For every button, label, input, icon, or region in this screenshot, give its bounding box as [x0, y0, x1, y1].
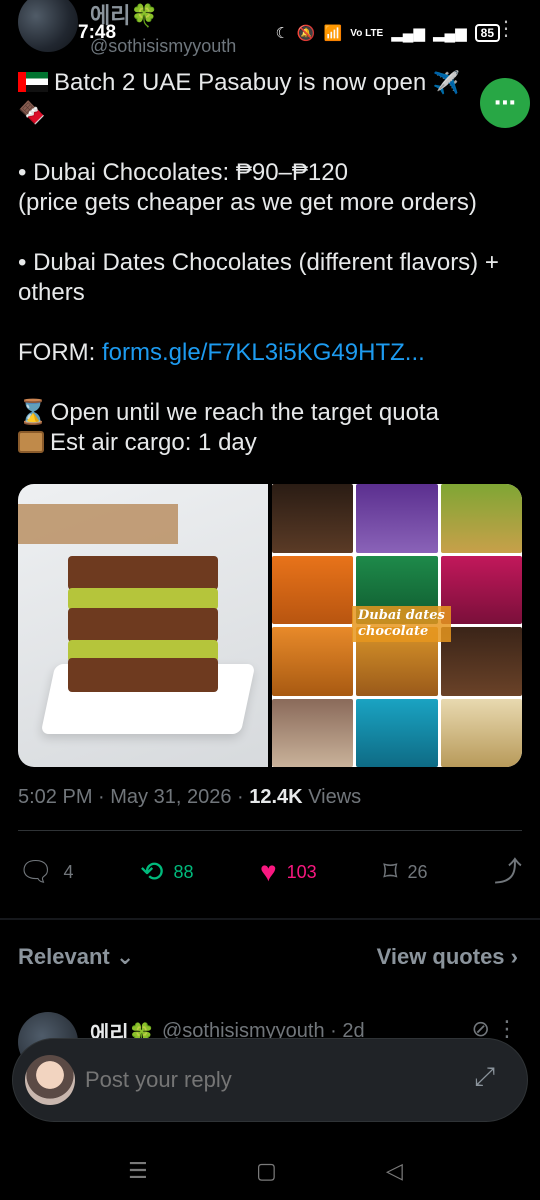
view-quotes-link[interactable]: View quotes › [377, 944, 518, 970]
tweet-body: Batch 2 UAE Pasabuy is now open ✈️ 🍫 • D… [18, 68, 523, 458]
pistachio-filling [68, 588, 218, 610]
signal-icon: ▂▄▆ [391, 25, 425, 42]
product-thumb [440, 484, 522, 553]
user-avatar [25, 1055, 75, 1105]
retweet-icon: ⟲ [140, 856, 164, 887]
bullet-dates-chocolates: • Dubai Dates Chocolates (different flav… [18, 249, 499, 306]
volte-label: Vo LTE [350, 27, 384, 39]
chevron-right-icon: › [510, 944, 518, 969]
share-button[interactable]: ⤴ [494, 858, 522, 886]
comment-icon: 🗨 [18, 856, 54, 887]
package-icon [18, 431, 44, 453]
like-button[interactable]: ♥ 103 [260, 858, 317, 886]
product-thumb [272, 627, 354, 696]
chevron-down-icon: ⌄ [115, 944, 135, 969]
price-note: (price gets cheaper as we get more order… [18, 189, 477, 216]
wifi-icon: 📶 [323, 25, 343, 42]
reply-button[interactable]: 🗨 4 [18, 858, 74, 886]
views-count[interactable]: 12.4K [249, 786, 302, 808]
author-avatar[interactable] [18, 0, 78, 52]
hourglass-icon: ⌛ [18, 399, 48, 426]
form-link[interactable]: forms.gle/F7KL3i5KG49HTZ... [102, 339, 425, 366]
views-label: Views [308, 786, 362, 808]
tweet-actions: 🗨 4 ⟲ 88 ♥ 103 ⌑ 26 ⤴ [18, 852, 522, 892]
tweet-meta: 5:02 PM · May 31, 2026 · 12.4K Views [18, 786, 362, 808]
product-thumb [272, 484, 354, 553]
reply-input[interactable] [85, 1067, 445, 1093]
section-divider [0, 918, 540, 920]
product-thumb [356, 698, 438, 767]
pistachio-chocolate-photo[interactable] [18, 484, 268, 767]
product-thumb [272, 698, 354, 767]
retweet-count: 88 [173, 861, 194, 882]
author-handle[interactable]: @sothisismyyouth [90, 36, 236, 57]
more-options-icon[interactable]: ⋮ [496, 16, 516, 41]
chocolate-icon: 🍫 [18, 100, 46, 125]
more-options-icon[interactable]: ⋮ [496, 1016, 518, 1041]
product-thumb [356, 484, 438, 553]
product-thumb [440, 698, 522, 767]
reply-composer[interactable]: ⤢ [12, 1038, 528, 1122]
sort-label: Relevant [18, 944, 110, 969]
tweet-line-title: Batch 2 UAE Pasabuy is now open ✈️ [18, 68, 523, 98]
form-line: FORM: forms.gle/F7KL3i5KG49HTZ... [18, 338, 523, 368]
moon-icon: ☾ [275, 25, 289, 42]
tweet-title: Batch 2 UAE Pasabuy is now open [54, 69, 427, 96]
cargo-text: Est air cargo: 1 day [50, 429, 257, 456]
divider [18, 830, 522, 831]
chocolate-layer [68, 608, 218, 642]
chocolate-layer [68, 556, 218, 590]
quota-text: Open until we reach the target quota [50, 399, 439, 426]
quota-line: ⌛ Open until we reach the target quota [18, 398, 523, 428]
like-count: 103 [286, 861, 317, 882]
sort-replies-dropdown[interactable]: Relevant ⌄ [18, 944, 134, 970]
view-quotes-label: View quotes [376, 944, 505, 969]
heart-icon: ♥ [259, 856, 277, 887]
mute-bell-icon: 🔕 [296, 25, 316, 42]
overlay-line-2: chocolate [358, 624, 429, 639]
status-bar: 에리🍀 7:48 @sothisismyyouth ☾ 🔕 📶 Vo LTE ▂… [0, 0, 540, 60]
media-overlay-text: Dubai dates chocolate [352, 606, 451, 642]
recent-apps-icon[interactable]: ☰ [128, 1158, 148, 1184]
bookmark-button[interactable]: ⌑ 26 [383, 858, 427, 886]
form-label: FORM: [18, 339, 102, 366]
expand-icon[interactable]: ⤢ [474, 1061, 495, 1093]
signal-icon-2: ▂▄▆ [432, 25, 467, 42]
product-thumb [272, 555, 354, 624]
cargo-line: Est air cargo: 1 day [18, 428, 523, 458]
back-icon[interactable]: ◁ [386, 1158, 403, 1184]
tweet-line-chocolate: 🍫 [18, 98, 523, 128]
overlay-line-1: Dubai dates [358, 608, 445, 623]
retweet-button[interactable]: ⟲ 88 [140, 858, 194, 886]
bookmark-icon: ⌑ [383, 856, 398, 887]
bullet-dubai-chocolates: • Dubai Chocolates: ₱90–₱120 [18, 159, 348, 186]
share-icon: ⤴ [493, 856, 522, 887]
product-thumb [440, 555, 522, 624]
product-thumb [440, 627, 522, 696]
chocolate-layer [68, 658, 218, 692]
wooden-board [18, 504, 178, 544]
airplane-icon: ✈️ [432, 70, 461, 95]
reply-count: 4 [63, 861, 74, 882]
post-time: 5:02 PM [18, 786, 93, 808]
bookmark-count: 26 [407, 861, 428, 882]
uae-flag-icon [18, 72, 48, 92]
post-date: May 31, 2026 [110, 786, 232, 808]
home-icon[interactable]: ▢ [256, 1158, 277, 1184]
android-nav-bar: ☰ ▢ ◁ [0, 1150, 540, 1200]
status-icons: ☾ 🔕 📶 Vo LTE ▂▄▆ ▂▄▆ 85 [275, 24, 500, 42]
